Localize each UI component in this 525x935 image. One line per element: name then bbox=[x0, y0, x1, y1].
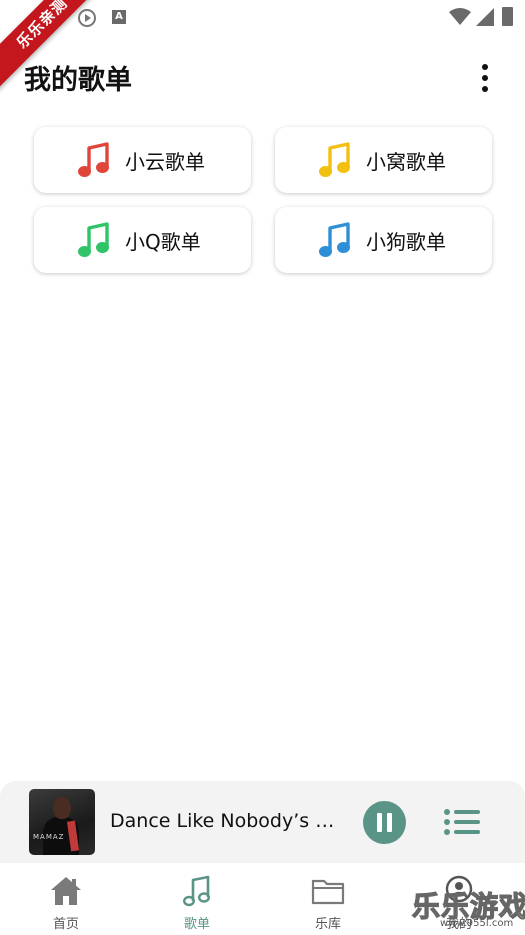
playlist-card-xiaoyun[interactable]: 小云歌单 bbox=[34, 127, 251, 193]
music-note-icon bbox=[78, 222, 109, 257]
user-icon bbox=[445, 875, 473, 903]
bottom-nav: 首页 歌单 乐库 我的 bbox=[0, 863, 525, 935]
album-art-label: MAMAZ bbox=[33, 833, 65, 841]
playlist-card-label: 小云歌单 bbox=[125, 149, 205, 174]
playlist-card-xiaogou[interactable]: 小狗歌单 bbox=[275, 207, 492, 273]
playlist-card-label: 小窝歌单 bbox=[366, 149, 446, 174]
battery-icon bbox=[502, 7, 513, 26]
nav-item-library[interactable]: 乐库 bbox=[278, 863, 378, 935]
album-art[interactable]: MAMAZ bbox=[29, 789, 95, 855]
nav-label-home: 首页 bbox=[52, 917, 79, 932]
nav-item-playlist[interactable]: 歌单 bbox=[147, 863, 247, 935]
play-circle-icon bbox=[78, 9, 96, 27]
page-title: 我的歌单 bbox=[24, 65, 132, 96]
more-vertical-icon-dot bbox=[482, 75, 488, 81]
nav-label-playlist: 歌单 bbox=[183, 917, 210, 932]
a-badge-icon: A bbox=[112, 10, 126, 24]
now-playing-title[interactable]: Dance Like Nobody’s Wa... bbox=[110, 810, 350, 832]
more-vertical-icon-dot bbox=[482, 86, 488, 92]
pause-icon-bar bbox=[387, 813, 392, 832]
nav-item-home[interactable]: 首页 bbox=[16, 863, 116, 935]
mini-player[interactable]: MAMAZ Dance Like Nobody’s Wa... bbox=[0, 781, 525, 863]
nav-label-mine: 我的 bbox=[445, 917, 472, 932]
nav-item-mine[interactable]: 我的 bbox=[409, 863, 509, 935]
playlist-queue-icon[interactable] bbox=[443, 807, 481, 837]
pause-icon bbox=[377, 813, 382, 832]
music-note-icon bbox=[182, 875, 211, 907]
music-note-icon bbox=[78, 142, 109, 177]
playlist-card-label: 小狗歌单 bbox=[366, 229, 446, 254]
more-options-button[interactable] bbox=[470, 58, 500, 98]
music-note-icon bbox=[319, 222, 350, 257]
pause-button[interactable] bbox=[363, 801, 406, 844]
nav-label-library: 乐库 bbox=[314, 917, 341, 932]
home-icon bbox=[51, 877, 81, 905]
playlist-card-xiaowo[interactable]: 小窝歌单 bbox=[275, 127, 492, 193]
folder-icon bbox=[311, 879, 345, 905]
more-vertical-icon bbox=[482, 64, 488, 70]
playlist-card-xiaoq[interactable]: 小Q歌单 bbox=[34, 207, 251, 273]
wifi-icon bbox=[449, 8, 471, 25]
signal-icon bbox=[476, 8, 494, 26]
playlist-card-label: 小Q歌单 bbox=[125, 229, 201, 254]
music-note-icon bbox=[319, 142, 350, 177]
album-art-head bbox=[53, 797, 71, 819]
